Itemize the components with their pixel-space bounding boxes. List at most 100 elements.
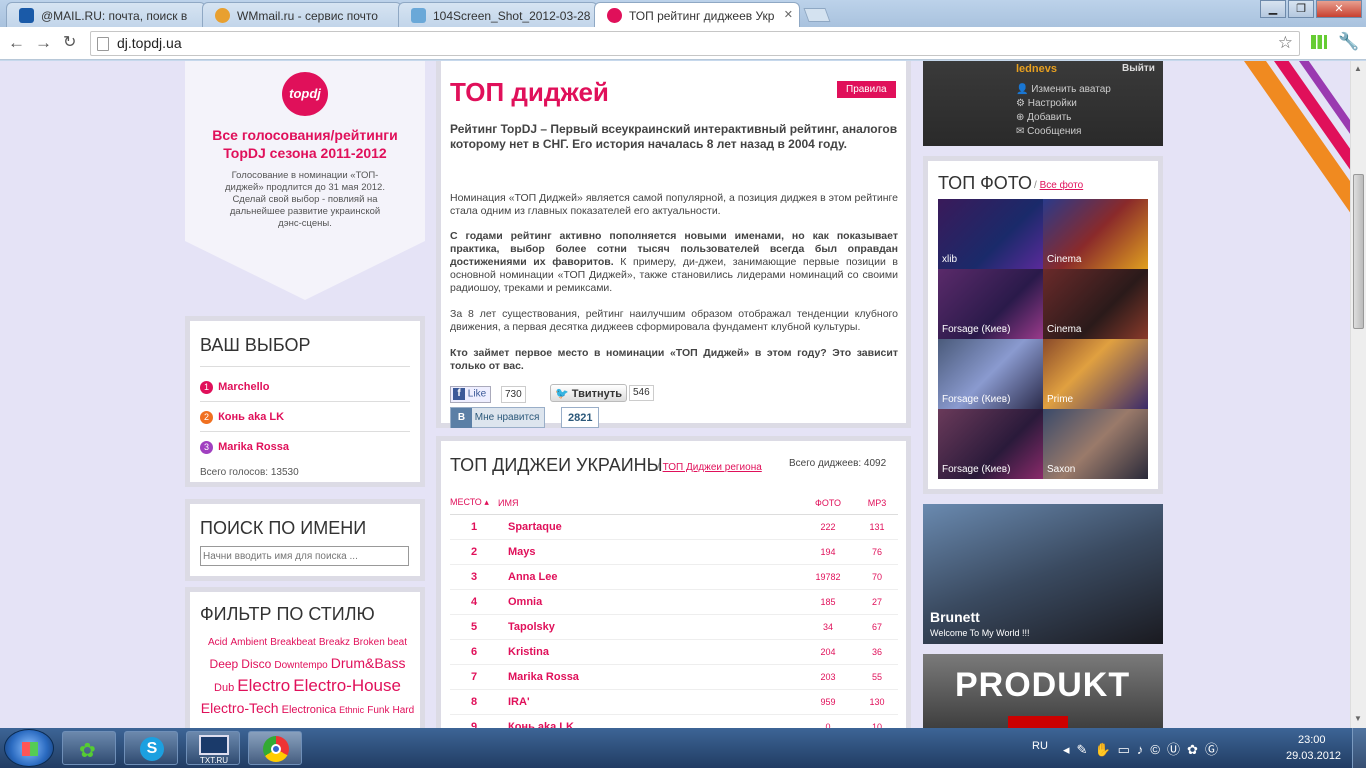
tag[interactable]: Acid — [208, 637, 227, 648]
rules-button[interactable]: Правила — [837, 81, 896, 98]
new-tab-button[interactable] — [803, 8, 831, 22]
tweet-button[interactable]: 🐦 Твитнуть — [550, 384, 628, 402]
photo-thumb[interactable]: Prime — [1043, 339, 1148, 409]
photo-thumb[interactable]: Cinema — [1043, 269, 1148, 339]
tag[interactable]: Drum&Bass — [331, 655, 406, 671]
choice-name[interactable]: Конь aka LK — [218, 411, 284, 423]
tag[interactable]: Ambient — [230, 637, 267, 648]
mp3-header[interactable]: MP3 — [856, 492, 898, 515]
brunett-banner[interactable]: Brunett Welcome To My World !!! — [923, 504, 1163, 644]
tab-mail[interactable]: @MAIL.RU: почта, поиск в — [6, 2, 206, 27]
tag[interactable]: Deep — [210, 657, 239, 671]
reload-icon[interactable]: ↻ — [63, 33, 76, 53]
close-window-button[interactable]: ✕ — [1316, 0, 1362, 18]
tray-u-icon[interactable]: Ⓤ — [1167, 742, 1187, 757]
vertical-scrollbar[interactable]: ▲ ▼ — [1350, 61, 1366, 728]
table-row[interactable]: 4 Omnia 185 27 — [450, 589, 898, 615]
tray-icons: ◂✎✋▭♪©Ⓤ✿Ⓖ — [1063, 739, 1225, 758]
tag[interactable]: Broken beat — [353, 637, 407, 648]
tag[interactable]: Funk — [367, 705, 389, 716]
table-row[interactable]: 5 Tapolsky 34 67 — [450, 614, 898, 640]
user-menu-item[interactable]: ⚙ Настройки — [1016, 98, 1077, 109]
tag[interactable]: Breakbeat — [270, 637, 316, 648]
tag[interactable]: Electro-House — [293, 676, 401, 695]
choice-item[interactable]: 3 Marika Rossa — [200, 441, 289, 454]
choice-item[interactable]: 2 Конь aka LK — [200, 411, 284, 424]
user-menu-item[interactable]: 👤 Изменить аватар — [1016, 84, 1111, 95]
table-row[interactable]: 7 Marika Rossa 203 55 — [450, 664, 898, 690]
promo-title[interactable]: Все голосования/рейтинги TopDJ сезона 20… — [201, 126, 409, 162]
choice-name[interactable]: Marika Rossa — [218, 441, 289, 453]
user-menu-item[interactable]: ✉ Сообщения — [1016, 126, 1081, 137]
tray-flower-icon[interactable]: ✿ — [1187, 742, 1205, 757]
tray-arrow-icon[interactable]: ◂ — [1063, 742, 1077, 757]
photo-thumb[interactable]: Forsage (Киев) — [938, 269, 1043, 339]
url-field[interactable]: dj.topdj.ua ☆ — [90, 31, 1300, 56]
tab-wmmail[interactable]: WMmail.ru - сервис почто — [202, 2, 402, 27]
region-link[interactable]: / ТОП Диджеи региона — [657, 462, 762, 473]
logout-link[interactable]: Выйти — [1122, 63, 1155, 74]
photo-thumb[interactable]: xlib — [938, 199, 1043, 269]
skype-taskbar-button[interactable]: S — [124, 731, 178, 765]
wrench-icon[interactable]: 🔧 — [1338, 32, 1359, 52]
chrome-taskbar-button[interactable] — [248, 731, 302, 765]
table-row[interactable]: 8 IRA' 959 130 — [450, 689, 898, 715]
txt-taskbar-button[interactable]: TXT.RU — [186, 731, 240, 765]
tray-monitor-icon[interactable]: ▭ — [1118, 742, 1137, 757]
scroll-up-icon[interactable]: ▲ — [1354, 64, 1362, 73]
tray-hand-icon[interactable]: ✋ — [1094, 742, 1117, 757]
user-name[interactable]: lednevs — [1016, 63, 1057, 75]
forward-icon[interactable]: → — [35, 33, 52, 53]
tray-pen-icon[interactable]: ✎ — [1077, 742, 1095, 757]
minimize-button[interactable]: ▁ — [1260, 0, 1286, 18]
back-icon[interactable]: ← — [8, 33, 25, 53]
tray-g-icon[interactable]: Ⓖ — [1205, 742, 1225, 757]
scroll-down-icon[interactable]: ▼ — [1354, 714, 1362, 723]
photo-thumb[interactable]: Cinema — [1043, 199, 1148, 269]
tray-c-icon[interactable]: © — [1150, 742, 1167, 757]
tag[interactable]: Breakz — [319, 637, 350, 648]
tag[interactable]: Disco — [241, 657, 271, 671]
search-input[interactable] — [200, 546, 409, 566]
choice-name[interactable]: Marchello — [218, 381, 269, 393]
clock-time[interactable]: 23:00 — [1298, 734, 1326, 746]
produkt-banner[interactable]: PRODUKT — [923, 654, 1163, 728]
name-header[interactable]: ИМЯ — [498, 492, 800, 515]
tag[interactable]: Downtempo — [274, 660, 327, 671]
table-row[interactable]: 3 Anna Lee 19782 70 — [450, 564, 898, 590]
choice-item[interactable]: 1 Marchello — [200, 381, 269, 394]
table-row[interactable]: 6 Kristina 204 36 — [450, 639, 898, 665]
table-row[interactable]: 1 Spartaque 222 131 — [450, 514, 898, 540]
tag[interactable]: Electro-Tech — [201, 700, 279, 716]
tag[interactable]: Electro — [237, 676, 290, 695]
start-button[interactable] — [4, 729, 54, 767]
table-row[interactable]: 9 Конь aka LK 0 10 — [450, 714, 898, 728]
all-photos-link[interactable]: / Все фото — [1034, 180, 1083, 191]
tag[interactable]: Dub — [214, 682, 234, 694]
tag[interactable]: Electronica — [282, 704, 336, 716]
facebook-like-button[interactable]: f Like — [450, 386, 492, 403]
tab-screenshot[interactable]: 104Screen_Shot_2012-03-28 — [398, 2, 598, 27]
season-promo[interactable]: topdj Все голосования/рейтинги TopDJ сез… — [185, 61, 425, 300]
photo-thumb[interactable]: Forsage (Киев) — [938, 409, 1043, 479]
tray-volume-icon[interactable]: ♪ — [1137, 742, 1151, 757]
vk-like-button[interactable]: В Мне нравится — [450, 407, 546, 428]
photo-header[interactable]: ФОТО — [800, 492, 856, 515]
photo-thumb[interactable]: Forsage (Киев) — [938, 339, 1043, 409]
tab-topdj[interactable]: ТОП рейтинг диджеев Укр ✕ — [594, 2, 800, 27]
sort-place-header[interactable]: МЕСТО ▴ — [450, 492, 498, 515]
table-row[interactable]: 2 Mays 194 76 — [450, 539, 898, 565]
language-indicator[interactable]: RU — [1032, 740, 1048, 752]
maximize-button[interactable]: ❐ — [1288, 0, 1314, 18]
show-desktop-button[interactable] — [1352, 728, 1366, 768]
icq-taskbar-button[interactable]: ✿ — [62, 731, 116, 765]
photo-thumb[interactable]: Saxon — [1043, 409, 1148, 479]
close-tab-icon[interactable]: ✕ — [784, 8, 793, 21]
bookmark-star-icon[interactable]: ☆ — [1278, 33, 1293, 53]
tag[interactable]: Hard — [393, 705, 415, 716]
tag[interactable]: Ethnic — [339, 705, 364, 715]
user-menu-item[interactable]: ⊕ Добавить — [1016, 112, 1071, 123]
scroll-thumb[interactable] — [1353, 174, 1364, 329]
extension-icon[interactable] — [1311, 35, 1327, 49]
clock-date[interactable]: 29.03.2012 — [1286, 750, 1341, 762]
